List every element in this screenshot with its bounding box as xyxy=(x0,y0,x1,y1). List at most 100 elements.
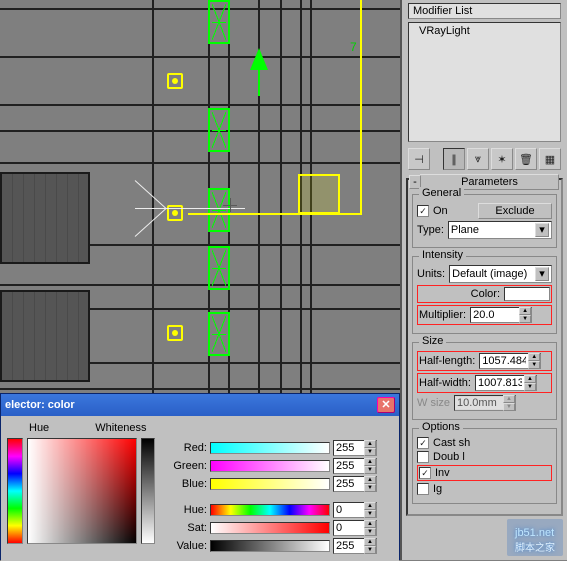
dialog-titlebar[interactable]: elector: color ✕ xyxy=(1,394,399,416)
hue-label: Hue: xyxy=(167,504,207,516)
make-unique-button[interactable]: ⩔ xyxy=(467,148,489,170)
sat-slider[interactable] xyxy=(210,522,330,534)
stack-item-vraylight[interactable]: VRayLight xyxy=(409,23,560,39)
on-checkbox[interactable]: ✓ xyxy=(417,205,429,217)
spinner[interactable]: ▲▼ xyxy=(524,375,536,391)
hue-input[interactable] xyxy=(334,504,364,516)
green-slider[interactable] xyxy=(210,460,330,472)
group-size: Size Half-length: ▲▼ Half-width: ▲▼ W si… xyxy=(412,342,557,420)
spinner[interactable]: ▲▼ xyxy=(364,458,376,474)
hue-slider[interactable] xyxy=(210,504,330,516)
blue-slider[interactable] xyxy=(210,478,330,490)
stack-icon: ∥ xyxy=(451,153,457,166)
half-length-field[interactable]: ▲▼ xyxy=(479,353,541,369)
multiplier-label: Multiplier: xyxy=(419,309,466,321)
show-end-result-button[interactable]: ∥ xyxy=(443,148,465,170)
blue-input[interactable] xyxy=(334,478,364,490)
red-input[interactable] xyxy=(334,442,364,454)
value-field[interactable]: ▲▼ xyxy=(333,538,377,554)
light-marker[interactable] xyxy=(167,73,183,89)
half-width-input[interactable] xyxy=(476,377,524,389)
half-length-label: Half-length: xyxy=(419,355,475,367)
double-sided-checkbox[interactable] xyxy=(417,451,429,463)
w-size-input xyxy=(455,397,503,409)
color-field[interactable] xyxy=(27,438,137,544)
red-label: Red: xyxy=(167,442,207,454)
geom-crossbox xyxy=(208,246,230,290)
type-label: Type: xyxy=(417,224,444,236)
w-size-field: ▲▼ xyxy=(454,395,516,411)
rgb-panel: Red:▲▼ Green:▲▼ Blue:▲▼ Hue:▲▼ Sat:▲▼ Va… xyxy=(167,438,377,556)
red-slider[interactable] xyxy=(210,442,330,454)
blue-field[interactable]: ▲▼ xyxy=(333,476,377,492)
value-label: Value: xyxy=(167,540,207,552)
viewport-3d[interactable]: 7 xyxy=(0,0,400,393)
modifier-stack[interactable]: VRayLight xyxy=(408,22,561,142)
half-width-field[interactable]: ▲▼ xyxy=(475,375,537,391)
value-input[interactable] xyxy=(334,540,364,552)
geom-wall xyxy=(0,290,90,382)
axis-z-arrow[interactable] xyxy=(250,48,268,70)
spinner[interactable]: ▲▼ xyxy=(528,353,540,369)
w-size-label: W size xyxy=(417,397,450,409)
whiteness-strip[interactable] xyxy=(141,438,155,544)
spinner[interactable]: ▲▼ xyxy=(364,440,376,456)
modifier-list-dropdown[interactable]: Modifier List xyxy=(408,3,561,19)
geom-line xyxy=(0,8,400,10)
spinner[interactable]: ▲▼ xyxy=(364,502,376,518)
spinner[interactable]: ▲▼ xyxy=(364,538,376,554)
color-swatch[interactable] xyxy=(504,287,550,301)
pin-stack-button[interactable]: ⊣ xyxy=(408,148,430,170)
cast-label: Cast sh xyxy=(433,437,470,449)
trash-button[interactable]: 🗑 xyxy=(515,148,537,170)
red-field[interactable]: ▲▼ xyxy=(333,440,377,456)
color-selector-dialog: elector: color ✕ Hue Whiteness Red:▲▼ Gr… xyxy=(0,393,400,560)
pin-icon: ⊣ xyxy=(414,153,424,166)
dialog-title: elector: color xyxy=(5,399,75,411)
axis-z-stem[interactable] xyxy=(258,68,260,96)
hue-strip[interactable] xyxy=(7,438,23,544)
on-label: On xyxy=(433,205,448,217)
spinner[interactable]: ▲▼ xyxy=(364,520,376,536)
axis-label: 7 xyxy=(350,40,357,54)
sat-label: Sat: xyxy=(167,522,207,534)
sat-field[interactable]: ▲▼ xyxy=(333,520,377,536)
cast-shadows-checkbox[interactable]: ✓ xyxy=(417,437,429,449)
geom-wall xyxy=(0,172,90,264)
configure-button[interactable]: ▦ xyxy=(539,148,561,170)
multiplier-field[interactable]: ▲▼ xyxy=(470,307,532,323)
geom-crossbox xyxy=(208,312,230,356)
close-button[interactable]: ✕ xyxy=(377,397,395,413)
multiplier-input[interactable] xyxy=(471,309,519,321)
green-input[interactable] xyxy=(334,460,364,472)
geom-line xyxy=(0,162,400,164)
gizmo-axis-y[interactable] xyxy=(360,0,362,213)
green-label: Green: xyxy=(167,460,207,472)
units-dropdown[interactable]: Default (image) ▾ xyxy=(449,265,552,283)
hue-field[interactable]: ▲▼ xyxy=(333,502,377,518)
sat-input[interactable] xyxy=(334,522,364,534)
doub-label: Doub l xyxy=(433,451,465,463)
light-marker[interactable] xyxy=(167,325,183,341)
selection-rect[interactable] xyxy=(298,174,340,214)
spinner[interactable]: ▲▼ xyxy=(519,307,531,323)
type-dropdown[interactable]: Plane ▾ xyxy=(448,221,552,239)
command-panel: Modifier List VRayLight ⊣ ∥ ⩔ ✶ 🗑 ▦ - Pa… xyxy=(400,0,567,560)
green-field[interactable]: ▲▼ xyxy=(333,458,377,474)
half-width-label: Half-width: xyxy=(419,377,471,389)
ignore-checkbox[interactable] xyxy=(417,483,429,495)
group-options: Options ✓Cast sh Doub l ✓Inv Ig xyxy=(412,428,557,504)
geom-crossbox xyxy=(208,0,230,44)
half-length-input[interactable] xyxy=(480,355,528,367)
invisible-checkbox[interactable]: ✓ xyxy=(419,467,431,479)
geom-crossbox xyxy=(208,108,230,152)
parameters-rollup: - Parameters General ✓ On Exclude Type: … xyxy=(406,178,563,516)
remove-modifier-button[interactable]: ✶ xyxy=(491,148,513,170)
spinner[interactable]: ▲▼ xyxy=(364,476,376,492)
color-label: Color: xyxy=(471,288,500,300)
inv-label: Inv xyxy=(435,467,450,479)
value-slider[interactable] xyxy=(210,540,330,552)
ig-label: Ig xyxy=(433,483,442,495)
watermark-caption: 脚本之家 xyxy=(515,539,555,554)
exclude-button[interactable]: Exclude xyxy=(478,203,552,219)
